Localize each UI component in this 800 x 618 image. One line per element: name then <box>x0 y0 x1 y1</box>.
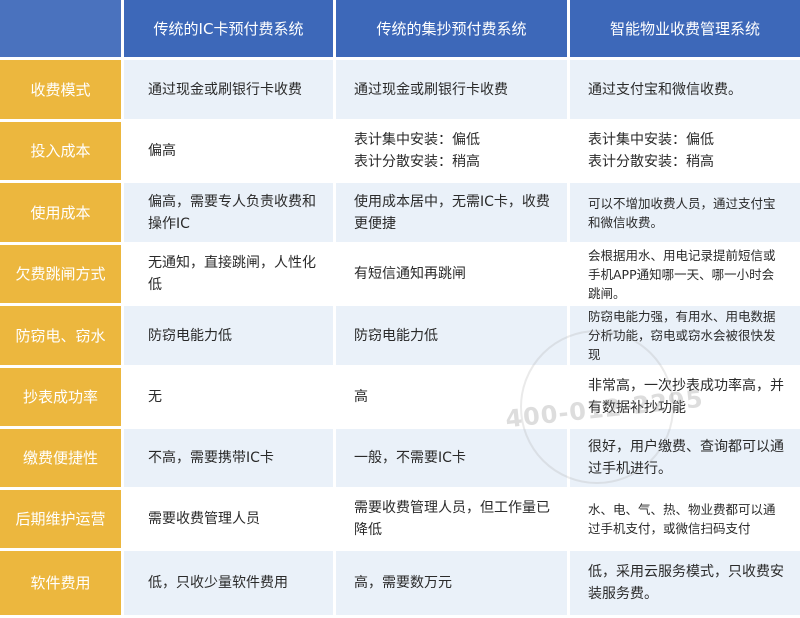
table-cell: 高 <box>336 368 570 429</box>
table-cell: 不高，需要携带IC卡 <box>124 429 336 490</box>
table-cell: 很好，用户缴费、查询都可以通过手机进行。 <box>570 429 800 490</box>
table-cell: 通过现金或刷银行卡收费 <box>336 60 570 122</box>
table-cell: 无通知，直接跳闸，人性化低 <box>124 245 336 306</box>
header-meter-reading-system: 传统的集抄预付费系统 <box>336 0 570 60</box>
table-cell: 通过现金或刷银行卡收费 <box>124 60 336 122</box>
table-cell: 防窃电能力低 <box>336 306 570 368</box>
row-label: 后期维护运营 <box>0 490 124 551</box>
table-cell: 需要收费管理人员 <box>124 490 336 551</box>
table-cell: 表计集中安装：偏低 表计分散安装：稍高 <box>336 122 570 183</box>
table-cell: 低，只收少量软件费用 <box>124 551 336 618</box>
table-cell: 偏高，需要专人负责收费和操作IC <box>124 183 336 245</box>
comparison-table: 传统的IC卡预付费系统 传统的集抄预付费系统 智能物业收费管理系统 收费模式 通… <box>0 0 800 618</box>
table-cell: 表计集中安装：偏低 表计分散安装：稍高 <box>570 122 800 183</box>
table-cell: 无 <box>124 368 336 429</box>
table-cell: 防窃电能力低 <box>124 306 336 368</box>
header-ic-card-system: 传统的IC卡预付费系统 <box>124 0 336 60</box>
table-cell: 通过支付宝和微信收费。 <box>570 60 800 122</box>
row-label: 缴费便捷性 <box>0 429 124 490</box>
table-cell: 防窃电能力强，有用水、用电数据分析功能，窃电或窃水会被很快发现 <box>570 306 800 368</box>
table-cell: 可以不增加收费人员，通过支付宝和微信收费。 <box>570 183 800 245</box>
row-label: 收费模式 <box>0 60 124 122</box>
table-cell: 水、电、气、热、物业费都可以通过手机支付，或微信扫码支付 <box>570 490 800 551</box>
table-cell: 有短信通知再跳闸 <box>336 245 570 306</box>
row-label: 抄表成功率 <box>0 368 124 429</box>
table-cell: 非常高，一次抄表成功率高，并有数据补抄功能 <box>570 368 800 429</box>
row-label: 欠费跳闸方式 <box>0 245 124 306</box>
table-cell: 偏高 <box>124 122 336 183</box>
header-smart-property-system: 智能物业收费管理系统 <box>570 0 800 60</box>
row-label: 使用成本 <box>0 183 124 245</box>
table-cell: 会根据用水、用电记录提前短信或手机APP通知哪一天、哪一小时会跳闸。 <box>570 245 800 306</box>
table-cell: 一般，不需要IC卡 <box>336 429 570 490</box>
row-label: 软件费用 <box>0 551 124 618</box>
table-cell: 使用成本居中，无需IC卡，收费更便捷 <box>336 183 570 245</box>
row-label: 投入成本 <box>0 122 124 183</box>
header-corner <box>0 0 124 60</box>
table-cell: 低，采用云服务模式，只收费安装服务费。 <box>570 551 800 618</box>
table-cell: 需要收费管理人员，但工作量已降低 <box>336 490 570 551</box>
row-label: 防窃电、窃水 <box>0 306 124 368</box>
table-cell: 高，需要数万元 <box>336 551 570 618</box>
